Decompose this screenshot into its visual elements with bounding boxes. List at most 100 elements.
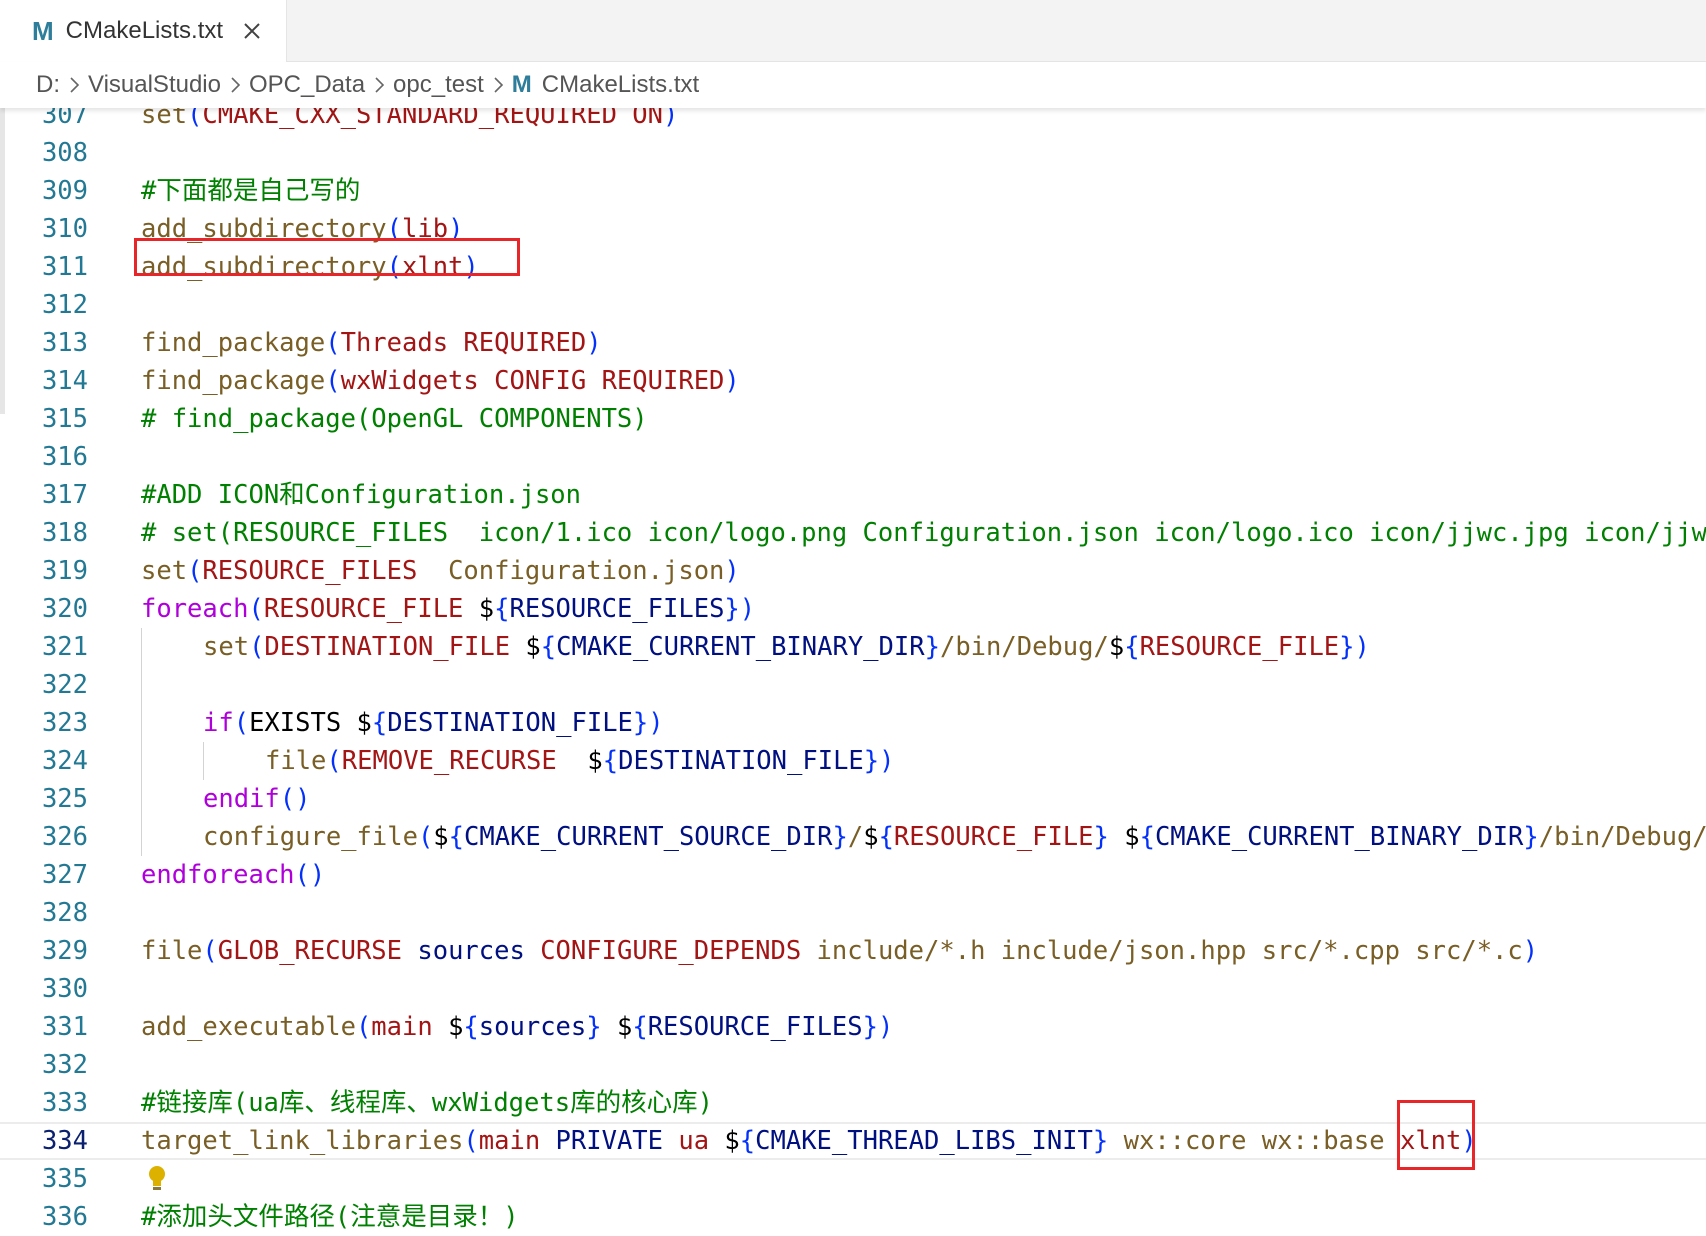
line-content: set(RESOURCE_FILES Configuration.json)	[141, 552, 740, 590]
code-token: $	[433, 822, 449, 852]
code-line[interactable]: 331 add_executable(main ${sources} ${RESO…	[0, 1008, 1706, 1046]
code-line[interactable]: 315 # find_package(OpenGL COMPONENTS)	[0, 400, 1706, 438]
code-line[interactable]: 309 #下面都是自己写的	[0, 172, 1706, 210]
code-token: )	[724, 366, 740, 396]
code-line[interactable]: 312	[0, 286, 1706, 324]
indent-guide	[141, 742, 142, 780]
code-token: target_link_libraries	[141, 1126, 464, 1156]
line-number: 312	[41, 290, 88, 320]
code-token: }	[924, 632, 940, 662]
code-line[interactable]: 323 if(EXISTS ${DESTINATION_FILE})	[0, 704, 1706, 742]
line-number: 315	[41, 404, 88, 434]
code-line[interactable]: 319 set(RESOURCE_FILES Configuration.json…	[0, 552, 1706, 590]
code-token: set	[141, 108, 188, 130]
code-line[interactable]: 313 find_package(Threads REQUIRED)	[0, 324, 1706, 362]
code-line[interactable]: 316	[0, 438, 1706, 476]
code-token: CONFIGURE_DEPENDS	[540, 936, 817, 966]
code-token: main	[478, 1126, 556, 1156]
breadcrumb-item-visualstudio[interactable]: VisualStudio	[88, 71, 221, 99]
code-token: RESOURCE_FILE	[263, 594, 479, 624]
tab-cmakelists[interactable]: M CMakeLists.txt	[0, 0, 287, 62]
line-content: #链接库(ua库、线程库、wxWidgets库的核心库)	[141, 1084, 713, 1122]
line-number: 329	[41, 936, 88, 966]
code-token: }	[1093, 822, 1109, 852]
breadcrumb-item-file[interactable]: CMakeLists.txt	[542, 71, 699, 99]
code-line[interactable]: 322	[0, 666, 1706, 704]
lightbulb-icon[interactable]	[145, 1164, 169, 1194]
line-number: 309	[41, 176, 88, 206]
code-line[interactable]: 333 #链接库(ua库、线程库、wxWidgets库的核心库)	[0, 1084, 1706, 1122]
code-line[interactable]: 329 file(GLOB_RECURSE sources CONFIGURE_D…	[0, 932, 1706, 970]
code-line[interactable]: 321 set(DESTINATION_FILE ${CMAKE_CURRENT_…	[0, 628, 1706, 666]
line-number: 324	[41, 746, 88, 776]
code-token: {	[463, 1012, 479, 1042]
line-number: 317	[41, 480, 88, 510]
code-token: main	[371, 1012, 449, 1042]
line-number: 331	[41, 1012, 88, 1042]
code-line[interactable]: 311 add_subdirectory(xlnt)	[0, 248, 1706, 286]
code-token: }	[586, 1012, 602, 1042]
code-token: #下面都是自己写的	[141, 176, 361, 206]
indent-guide	[141, 818, 142, 856]
code-line[interactable]: 327 endforeach()	[0, 856, 1706, 894]
line-content: add_subdirectory(xlnt)	[141, 248, 479, 286]
code-token: (	[386, 214, 402, 244]
close-icon[interactable]	[239, 18, 265, 44]
code-line[interactable]: 310 add_subdirectory(lib)	[0, 210, 1706, 248]
code-line[interactable]: 314 find_package(wxWidgets CONFIG REQUIRE…	[0, 362, 1706, 400]
code-token: }	[724, 594, 740, 624]
code-token: $	[1124, 822, 1140, 852]
code-token: (	[249, 632, 265, 662]
code-token: $	[724, 1126, 740, 1156]
line-number: 336	[41, 1202, 88, 1232]
code-line[interactable]: 330	[0, 970, 1706, 1008]
code-token: # find_package(OpenGL COMPONENTS)	[141, 404, 648, 434]
cmake-file-icon: M	[511, 71, 532, 98]
line-number: 321	[41, 632, 88, 662]
code-editor[interactable]: 307 set(CMAKE_CXX_STANDARD_REQUIRED ON) 30…	[0, 108, 1706, 1236]
code-line[interactable]: 325 endif()	[0, 780, 1706, 818]
code-line[interactable]: 308	[0, 134, 1706, 172]
line-number: 326	[41, 822, 88, 852]
code-token: (	[187, 556, 203, 586]
breadcrumb-item-opc-data[interactable]: OPC_Data	[249, 71, 365, 99]
code-token: {	[602, 746, 619, 776]
code-token: endif	[203, 784, 280, 814]
code-line[interactable]: 332	[0, 1046, 1706, 1084]
code-token: (	[326, 746, 342, 776]
breadcrumb-item-drive[interactable]: D:	[36, 71, 60, 99]
line-content: endforeach()	[141, 856, 325, 894]
code-token: #链接库(ua库、线程库、wxWidgets库的核心库)	[141, 1088, 713, 1118]
code-token: )	[877, 1012, 894, 1042]
code-line[interactable]: 334 target_link_libraries(main PRIVATE ua…	[0, 1122, 1706, 1160]
code-token: {	[1124, 632, 1140, 662]
code-token: configure_file	[203, 822, 418, 852]
code-token: )	[1522, 936, 1539, 966]
code-token: }	[832, 822, 848, 852]
breadcrumb-item-opc-test[interactable]: opc_test	[393, 71, 484, 99]
breadcrumb: D: VisualStudio OPC_Data opc_test M CMak…	[0, 62, 1706, 108]
code-token: }	[1339, 632, 1355, 662]
code-line[interactable]: 326 configure_file(${CMAKE_CURRENT_SOURCE…	[0, 818, 1706, 856]
line-content: foreach(RESOURCE_FILE ${RESOURCE_FILES})	[141, 590, 755, 628]
line-content: endif()	[203, 780, 310, 818]
code-token: xlnt	[1399, 1126, 1462, 1156]
code-line[interactable]: 336 #添加头文件路径(注意是目录！)	[0, 1198, 1706, 1236]
code-line[interactable]: 320 foreach(RESOURCE_FILE ${RESOURCE_FILE…	[0, 590, 1706, 628]
code-token: (	[386, 252, 402, 282]
code-line[interactable]: 324 file(REMOVE_RECURSE ${DESTINATION_FIL…	[0, 742, 1706, 780]
code-token: GLOB_RECURSE	[217, 936, 418, 966]
code-token: CMAKE_THREAD_LIBS_INIT	[755, 1126, 1093, 1156]
line-content: # set(RESOURCE_FILES icon/1.ico icon/log…	[141, 514, 1706, 552]
code-token: add_subdirectory	[141, 214, 387, 244]
code-line[interactable]: 328	[0, 894, 1706, 932]
code-line[interactable]: 335	[0, 1160, 1706, 1198]
code-line[interactable]: 307 set(CMAKE_CXX_STANDARD_REQUIRED ON)	[0, 108, 1706, 134]
tab-label: CMakeLists.txt	[65, 17, 224, 44]
code-line[interactable]: 317 #ADD ICON和Configuration.json	[0, 476, 1706, 514]
code-token: DESTINATION_FILE	[618, 746, 864, 776]
code-token: {	[632, 1012, 648, 1042]
code-token: /bin/Debug/	[939, 632, 1109, 662]
code-line[interactable]: 318 # set(RESOURCE_FILES icon/1.ico icon/…	[0, 514, 1706, 552]
code-token: lib	[402, 214, 449, 244]
